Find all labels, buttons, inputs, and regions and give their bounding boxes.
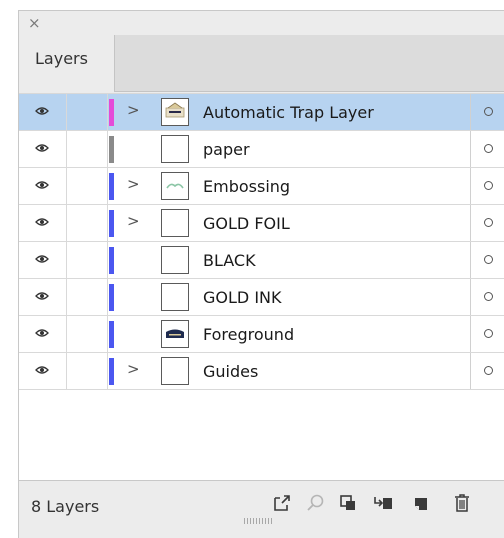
- clipping-mask-icon[interactable]: [337, 492, 359, 514]
- visibility-toggle[interactable]: [19, 205, 67, 241]
- chevron-right-icon[interactable]: >: [127, 212, 140, 230]
- eye-icon: [35, 329, 49, 337]
- visibility-toggle[interactable]: [19, 279, 67, 315]
- visibility-toggle[interactable]: [19, 316, 67, 352]
- column-divider: [470, 131, 471, 167]
- layer-thumbnail: [161, 209, 189, 237]
- eye-icon: [35, 366, 49, 374]
- layer-row[interactable]: Foreground: [19, 316, 504, 353]
- column-divider: [470, 279, 471, 315]
- column-divider: [470, 353, 471, 389]
- target-circle-icon[interactable]: [484, 107, 493, 116]
- lock-toggle[interactable]: [67, 242, 108, 278]
- layer-thumbnail: [161, 320, 189, 348]
- target-circle-icon[interactable]: [484, 218, 493, 227]
- resize-grip[interactable]: [244, 518, 272, 524]
- layer-row[interactable]: > GOLD FOIL: [19, 205, 504, 242]
- layer-thumbnail: [161, 172, 189, 200]
- eye-icon: [35, 181, 49, 189]
- target-circle-icon[interactable]: [484, 255, 493, 264]
- column-divider: [470, 205, 471, 241]
- lock-toggle[interactable]: [67, 205, 108, 241]
- chevron-right-icon[interactable]: >: [127, 101, 140, 119]
- chevron-right-icon[interactable]: >: [127, 360, 140, 378]
- layer-row[interactable]: > Embossing: [19, 168, 504, 205]
- layer-row[interactable]: > Automatic Trap Layer: [19, 94, 504, 131]
- layer-row[interactable]: > Guides: [19, 353, 504, 390]
- eye-icon: [35, 255, 49, 263]
- visibility-toggle[interactable]: [19, 168, 67, 204]
- layer-row[interactable]: GOLD INK: [19, 279, 504, 316]
- lock-toggle[interactable]: [67, 131, 108, 167]
- column-divider: [470, 316, 471, 352]
- column-divider: [470, 242, 471, 278]
- layer-name[interactable]: GOLD FOIL: [203, 214, 290, 233]
- layer-thumbnail: [161, 98, 189, 126]
- eye-icon: [35, 144, 49, 152]
- lock-toggle[interactable]: [67, 94, 108, 130]
- target-circle-icon[interactable]: [484, 144, 493, 153]
- visibility-toggle[interactable]: [19, 242, 67, 278]
- lock-toggle[interactable]: [67, 279, 108, 315]
- lock-toggle[interactable]: [67, 353, 108, 389]
- layer-count: 8 Layers: [31, 497, 100, 516]
- trash-icon[interactable]: [451, 492, 473, 514]
- layer-color-swatch: [109, 99, 114, 126]
- layer-name[interactable]: Automatic Trap Layer: [203, 103, 374, 122]
- target-circle-icon[interactable]: [484, 292, 493, 301]
- visibility-toggle[interactable]: [19, 94, 67, 130]
- tab-layers[interactable]: Layers: [19, 35, 115, 92]
- visibility-toggle[interactable]: [19, 353, 67, 389]
- close-icon[interactable]: ×: [28, 14, 41, 32]
- layer-row[interactable]: BLACK: [19, 242, 504, 279]
- layer-color-swatch: [109, 247, 114, 274]
- tab-bar: Layers: [19, 35, 504, 92]
- lock-toggle[interactable]: [67, 316, 108, 352]
- target-circle-icon[interactable]: [484, 329, 493, 338]
- layer-name[interactable]: Guides: [203, 362, 258, 381]
- layer-name[interactable]: GOLD INK: [203, 288, 282, 307]
- layer-thumbnail: [161, 135, 189, 163]
- layer-color-swatch: [109, 358, 114, 385]
- lock-toggle[interactable]: [67, 168, 108, 204]
- column-divider: [470, 168, 471, 204]
- locate-icon[interactable]: [305, 492, 327, 514]
- layer-name[interactable]: BLACK: [203, 251, 256, 270]
- column-divider: [470, 94, 471, 130]
- target-circle-icon[interactable]: [484, 366, 493, 375]
- chevron-right-icon[interactable]: >: [127, 175, 140, 193]
- layer-color-swatch: [109, 136, 114, 163]
- eye-icon: [35, 218, 49, 226]
- layer-thumbnail: [161, 283, 189, 311]
- layer-color-swatch: [109, 210, 114, 237]
- new-sublayer-icon[interactable]: [372, 492, 394, 514]
- layer-row[interactable]: paper: [19, 131, 504, 168]
- layer-name[interactable]: Foreground: [203, 325, 294, 344]
- layer-thumbnail: [161, 246, 189, 274]
- export-icon[interactable]: [271, 492, 293, 514]
- layer-list[interactable]: > Automatic Trap Layer paper > Embossing > GOL…: [19, 93, 504, 480]
- eye-icon: [35, 107, 49, 115]
- eye-icon: [35, 292, 49, 300]
- layer-thumbnail: [161, 357, 189, 385]
- layer-color-swatch: [109, 321, 114, 348]
- layers-panel: × Layers > Automatic Trap Layer paper > Embo…: [18, 10, 504, 538]
- new-layer-icon[interactable]: [411, 492, 433, 514]
- layer-color-swatch: [109, 284, 114, 311]
- layer-name[interactable]: paper: [203, 140, 250, 159]
- target-circle-icon[interactable]: [484, 181, 493, 190]
- layer-color-swatch: [109, 173, 114, 200]
- visibility-toggle[interactable]: [19, 131, 67, 167]
- layer-name[interactable]: Embossing: [203, 177, 290, 196]
